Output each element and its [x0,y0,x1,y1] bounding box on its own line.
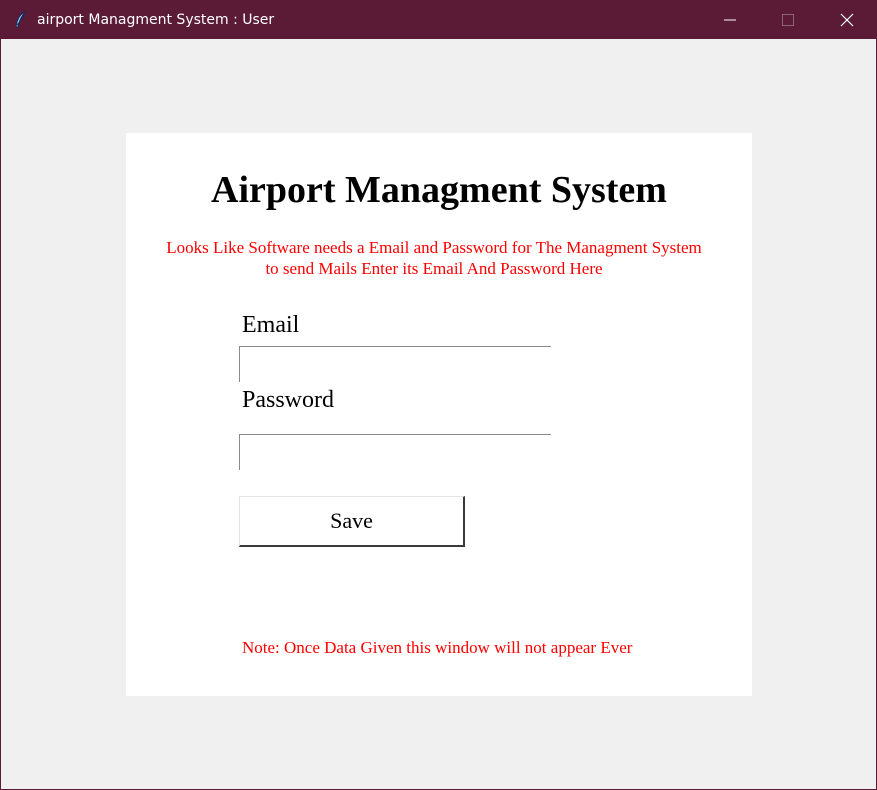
minimize-icon [724,19,736,21]
form-panel: Airport Managment System Looks Like Soft… [126,133,752,696]
email-label: Email [242,312,300,338]
title-bar[interactable]: airport Managment System : User [1,1,876,39]
notice-line-1: Looks Like Software needs a Email and Pa… [166,238,702,257]
feather-icon [13,10,29,29]
app-window: airport Managment System : User Airport … [0,0,877,790]
notice-text: Looks Like Software needs a Email and Pa… [126,237,742,279]
page-title: Airport Managment System [211,169,667,211]
footnote-text: Note: Once Data Given this window will n… [242,638,633,657]
window-title: airport Managment System : User [37,12,275,28]
maximize-icon [782,14,794,26]
close-button[interactable] [818,1,876,39]
minimize-button[interactable] [701,1,759,39]
maximize-button[interactable] [759,1,817,39]
password-label: Password [242,387,335,413]
notice-line-2: to send Mails Enter its Email And Passwo… [265,259,603,278]
email-field[interactable] [239,346,551,382]
close-icon [840,13,854,27]
window-content: Airport Managment System Looks Like Soft… [1,39,876,789]
save-button[interactable]: Save [239,496,465,547]
password-field[interactable] [239,434,551,470]
